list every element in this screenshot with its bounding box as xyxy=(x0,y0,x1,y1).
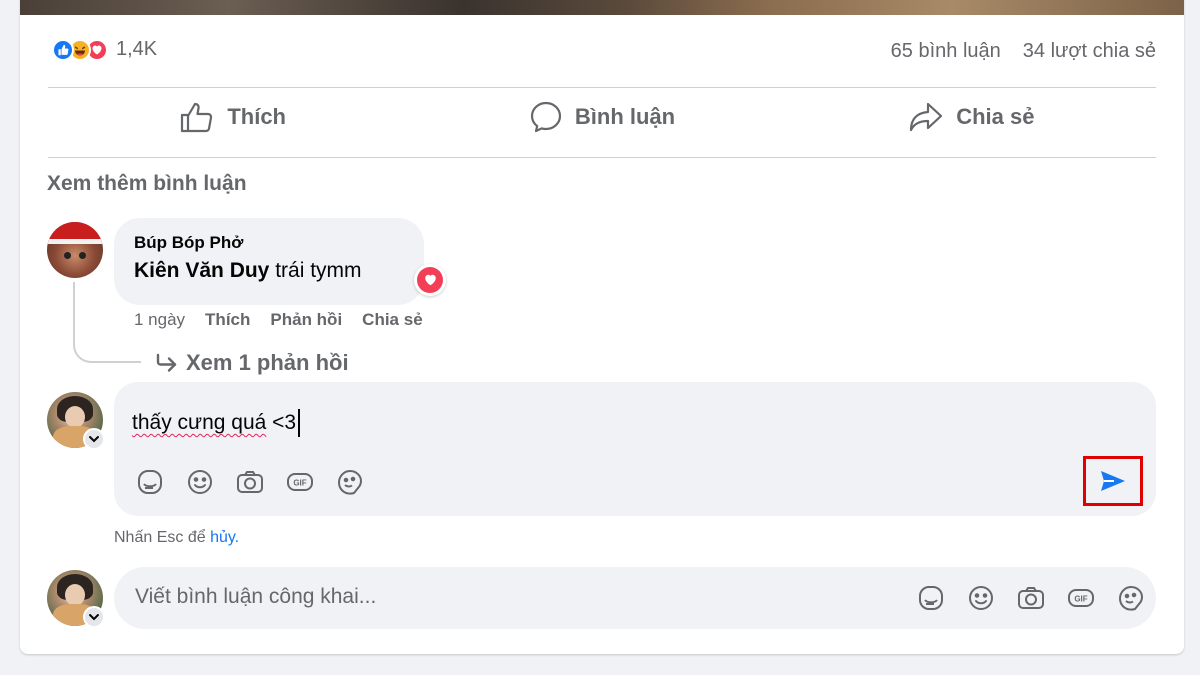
comment-count[interactable]: 65 bình luận xyxy=(891,40,1001,63)
emoji-icon[interactable] xyxy=(184,466,216,498)
avatar-sticker-icon[interactable] xyxy=(334,466,366,498)
reactions-summary[interactable]: 1,4K xyxy=(52,38,157,61)
post-stats: 65 bình luận 34 lượt chia sẻ xyxy=(891,40,1156,63)
comment-reaction-badge[interactable] xyxy=(414,264,446,296)
comment-timestamp[interactable]: 1 ngày xyxy=(134,310,185,330)
share-count[interactable]: 34 lượt chia sẻ xyxy=(1023,40,1156,63)
comment-button[interactable]: Bình luận xyxy=(417,88,786,146)
svg-text:GIF: GIF xyxy=(293,479,306,488)
camera-icon[interactable] xyxy=(234,466,266,498)
action-bar: Thích Bình luận Chia sẻ xyxy=(48,88,1156,146)
send-icon xyxy=(1101,471,1125,491)
like-button[interactable]: Thích xyxy=(48,88,417,146)
comment-share-link[interactable]: Chia sẻ xyxy=(362,310,422,330)
chevron-down-icon xyxy=(89,614,99,621)
public-comment-composer[interactable]: Viết bình luận công khai... GIF xyxy=(114,567,1156,629)
comment-icon xyxy=(530,101,561,133)
love-icon xyxy=(417,267,443,293)
sticker-icon[interactable] xyxy=(134,466,166,498)
post-photo[interactable] xyxy=(20,0,1184,15)
svg-text:GIF: GIF xyxy=(1074,595,1087,604)
comment-body: trái tymm xyxy=(269,259,362,282)
divider xyxy=(48,157,1156,158)
account-switch-chevron[interactable] xyxy=(83,428,105,450)
gif-icon[interactable]: GIF xyxy=(1065,582,1097,614)
comment-meta: 1 ngày Thích Phản hồi Chia sẻ xyxy=(134,310,423,330)
gif-icon[interactable]: GIF xyxy=(284,466,316,498)
current-user-avatar[interactable] xyxy=(47,570,105,628)
cancel-link[interactable]: hủy. xyxy=(210,529,239,546)
reply-input-misspelled: thấy cưng quá xyxy=(132,411,267,434)
reply-input-rest: <3 xyxy=(266,411,297,434)
share-icon xyxy=(910,102,943,132)
sticker-icon[interactable] xyxy=(915,582,947,614)
commenter-avatar[interactable] xyxy=(47,222,103,278)
reply-toolbar: GIF xyxy=(134,466,366,498)
reply-input[interactable]: thấy cưng quá <3 xyxy=(132,409,301,437)
emoji-icon[interactable] xyxy=(965,582,997,614)
chevron-down-icon xyxy=(89,436,99,443)
thumbs-up-icon xyxy=(181,102,213,133)
share-button-label: Chia sẻ xyxy=(956,104,1035,129)
comment-mention[interactable]: Kiên Văn Duy xyxy=(134,259,269,282)
comment-author[interactable]: Búp Bóp Phở xyxy=(134,233,404,253)
comment-like-link[interactable]: Thích xyxy=(205,310,250,330)
comment-toolbar: GIF xyxy=(915,582,1147,614)
public-comment-placeholder[interactable]: Viết bình luận công khai... xyxy=(135,585,376,609)
avatar-sticker-icon[interactable] xyxy=(1115,582,1147,614)
santa-hat-icon xyxy=(47,222,103,244)
camera-icon[interactable] xyxy=(1015,582,1047,614)
account-switch-chevron[interactable] xyxy=(83,606,105,628)
current-user-avatar[interactable] xyxy=(47,392,105,450)
reply-arrow-icon xyxy=(156,353,177,372)
comment-bubble: Búp Bóp Phở Kiên Văn Duy trái tymm xyxy=(114,218,424,305)
send-button[interactable] xyxy=(1083,456,1143,506)
comment-text: Kiên Văn Duy trái tymm xyxy=(134,259,404,283)
comment-button-label: Bình luận xyxy=(574,104,676,129)
reply-composer[interactable]: thấy cưng quá <3 GIF xyxy=(114,382,1156,516)
view-replies-label: Xem 1 phản hồi xyxy=(186,350,349,375)
view-replies-link[interactable]: Xem 1 phản hồi xyxy=(154,350,349,376)
see-more-comments-link[interactable]: Xem thêm bình luận xyxy=(47,172,247,196)
cancel-hint-prefix: Nhấn Esc để xyxy=(114,529,211,546)
reaction-count[interactable]: 1,4K xyxy=(116,38,157,61)
share-button[interactable]: Chia sẻ xyxy=(787,88,1156,146)
cancel-hint: Nhấn Esc để hủy. xyxy=(114,529,239,547)
post-card: 1,4K 65 bình luận 34 lượt chia sẻ Thích … xyxy=(20,0,1184,654)
comment-reply-link[interactable]: Phản hồi xyxy=(270,310,342,330)
like-icon xyxy=(52,38,74,61)
like-button-label: Thích xyxy=(227,104,286,129)
text-caret xyxy=(298,409,301,437)
